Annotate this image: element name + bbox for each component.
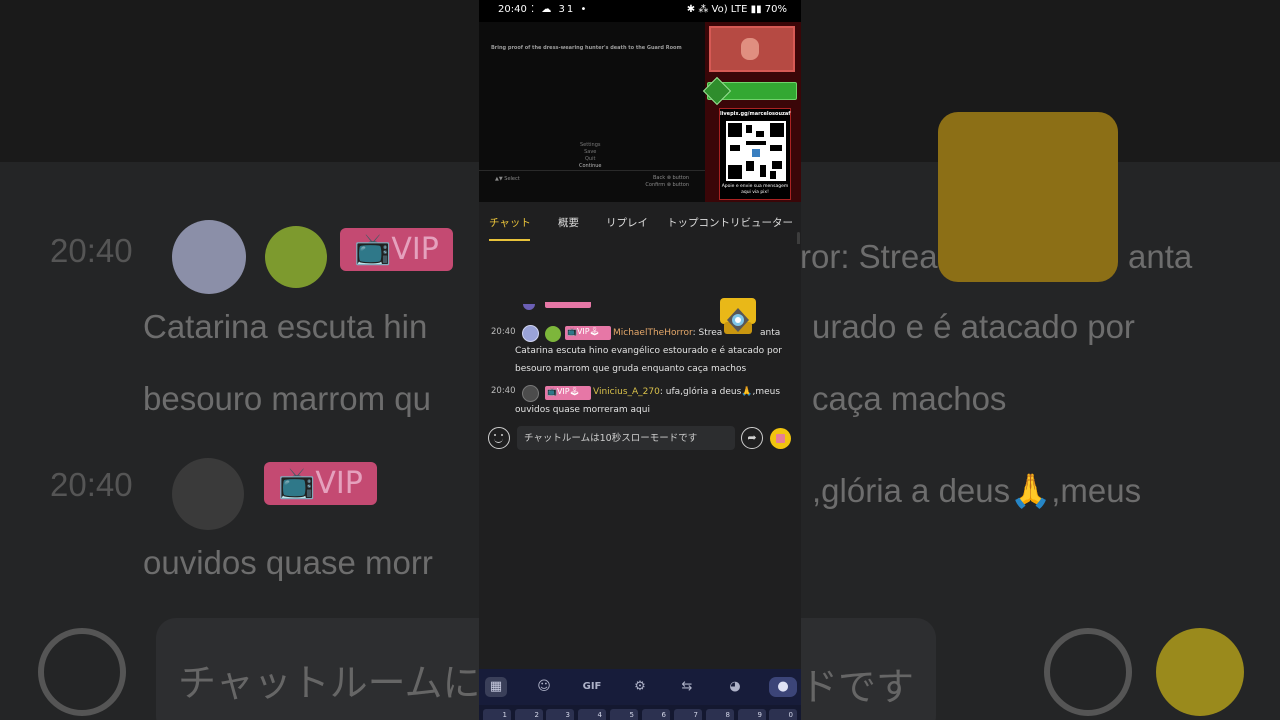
bg-text: Catarina escuta hin [143,308,428,345]
palette-icon[interactable]: ◕ [724,677,746,697]
bg-mascot [938,112,1118,282]
bg-text: anta [1128,238,1193,275]
game-menu: Settings Save Quit Continue [579,142,601,170]
bg-input-text: ドです [800,667,915,709]
avatar[interactable] [522,325,539,342]
tab-overview[interactable]: 概要 [558,215,579,230]
key[interactable]: 2 [515,709,543,720]
message-time: 20:40 [491,386,516,396]
bg-avatar [265,226,327,288]
message-line: besouro marrom que gruda enquanto caça m… [515,364,747,374]
back-hint: Back ⊗ button [653,175,689,181]
goal-bar [702,76,797,106]
tab-replay[interactable]: リプレイ [606,215,648,230]
stream-overlay: livepix.gg/marcelosouzaf Apoie e envie s… [702,22,801,202]
settings-gear-icon[interactable]: ⚙ [629,677,651,697]
translate-icon[interactable]: ⇆ [676,677,698,697]
game-view: Bring proof of the dress-wearing hunter'… [479,22,705,202]
key[interactable]: 0 [769,709,797,720]
key[interactable]: 1 [483,709,511,720]
avatar[interactable] [522,385,539,402]
bg-text: urado e é atacado por [812,308,1135,345]
status-bar: 20:40 ⁚ ☁ 31 • ✱ ⁂ Vo) LTE ▮▮ 70% [479,0,801,22]
chat-input-row: ➦ [479,420,801,456]
empty-area [479,456,801,669]
share-icon[interactable]: ➦ [741,427,763,449]
bg-vip-badge: 📺VIP [340,228,453,271]
bg-time: 20:40 [50,232,133,269]
vip-badge: 📺VIP🕹 [545,386,591,400]
message-text: ufa,glória a deus🙏,meus [665,387,781,397]
qr-caption: Apoie e envie sua mensagem aqui via pix! [721,184,789,195]
username[interactable]: Vinicius_A_270 [593,387,660,397]
game-hints: ▲▼ Select Back ⊗ button Confirm ⊗ button [479,170,705,196]
phone-screen: 20:40 ⁚ ☁ 31 • ✱ ⁂ Vo) LTE ▮▮ 70% Bring … [479,0,801,720]
key[interactable]: 5 [610,709,638,720]
bg-share-icon [1044,628,1132,716]
tab-top-contributors[interactable]: トップコントリビューター [667,215,793,230]
keyboard-toolbar: ▦ ☺ GIF ⚙ ⇆ ◕ ● [479,669,801,705]
status-right-icons: ✱ ⁂ Vo) LTE ▮▮ 70% [686,4,787,15]
vip-badge: 📺VIP🕹 [565,326,611,340]
video-player[interactable]: Bring proof of the dress-wearing hunter'… [479,22,801,202]
bg-text: ouvidos quase morr [143,544,433,581]
webcam [709,26,795,72]
confirm-hint: Confirm ⊗ button [645,182,689,188]
key[interactable]: 4 [578,709,606,720]
tab-chat[interactable]: チャット [489,215,531,230]
username[interactable]: MichaelTheHorror [613,328,693,338]
game-menu-item: Settings [579,142,601,148]
keyboard-number-row: 1 2 3 4 5 6 7 8 9 0 [479,705,801,720]
game-objective: Bring proof of the dress-wearing hunter'… [491,45,682,51]
key[interactable]: 6 [642,709,670,720]
sticker-icon[interactable]: ☺ [533,677,555,697]
bg-emoji-icon [38,628,126,716]
vip-badge [545,302,591,308]
select-hint: ▲▼ Select [495,176,520,182]
emoji-icon[interactable] [488,427,510,449]
bg-gift-icon [1156,628,1244,716]
key[interactable]: 3 [546,709,574,720]
gif-button[interactable]: GIF [581,677,603,697]
bg-text: besouro marrom qu [143,380,431,417]
message-text-end: anta [760,328,781,338]
bg-time: 20:40 [50,466,133,503]
mascot-sticker-icon [720,298,756,334]
goal-icon [702,76,732,106]
apps-grid-icon[interactable]: ▦ [485,677,507,697]
game-menu-item: Save [584,149,597,155]
streamer-face [741,38,759,60]
avatar [523,304,535,310]
active-tab-indicator [489,239,530,241]
tab-bar: チャット 概要 リプレイ トップコントリビューター [479,202,801,244]
message-line: ouvidos quase morreram aqui [515,405,650,415]
donation-qr-panel: livepix.gg/marcelosouzaf Apoie e envie s… [719,108,791,200]
qr-url: livepix.gg/marcelosouzaf [720,111,791,117]
bg-text: caça machos [812,380,1007,417]
bg-avatar [172,458,244,530]
key[interactable]: 9 [738,709,766,720]
bg-avatar [172,220,246,294]
message-line: Catarina escuta hino evangélico estourad… [515,346,782,356]
gift-icon[interactable] [770,428,791,449]
game-menu-item: Continue [579,163,602,169]
button-hints: Back ⊗ button Confirm ⊗ button [645,175,689,189]
key[interactable]: 8 [706,709,734,720]
message-line: Vinicius_A_270: ufa,glória a deus🙏,meus [593,387,781,397]
chat-input[interactable] [517,426,735,450]
avatar-badge-icon [545,326,561,342]
status-left-icons: ⁚ ☁ 31 • [531,4,589,15]
key[interactable]: 7 [674,709,702,720]
bg-vip-badge: 📺VIP [264,462,377,505]
bg-text: ror: Strea [800,238,938,275]
bg-text: ,glória a deus🙏,meus [812,472,1142,509]
microphone-icon[interactable]: ● [769,677,797,697]
game-menu-item: Quit [585,156,596,162]
message-time: 20:40 [491,327,516,337]
message-line: MichaelTheHorror: Strea [613,328,723,338]
status-time: 20:40 [498,4,527,15]
qr-code-icon [726,121,786,181]
